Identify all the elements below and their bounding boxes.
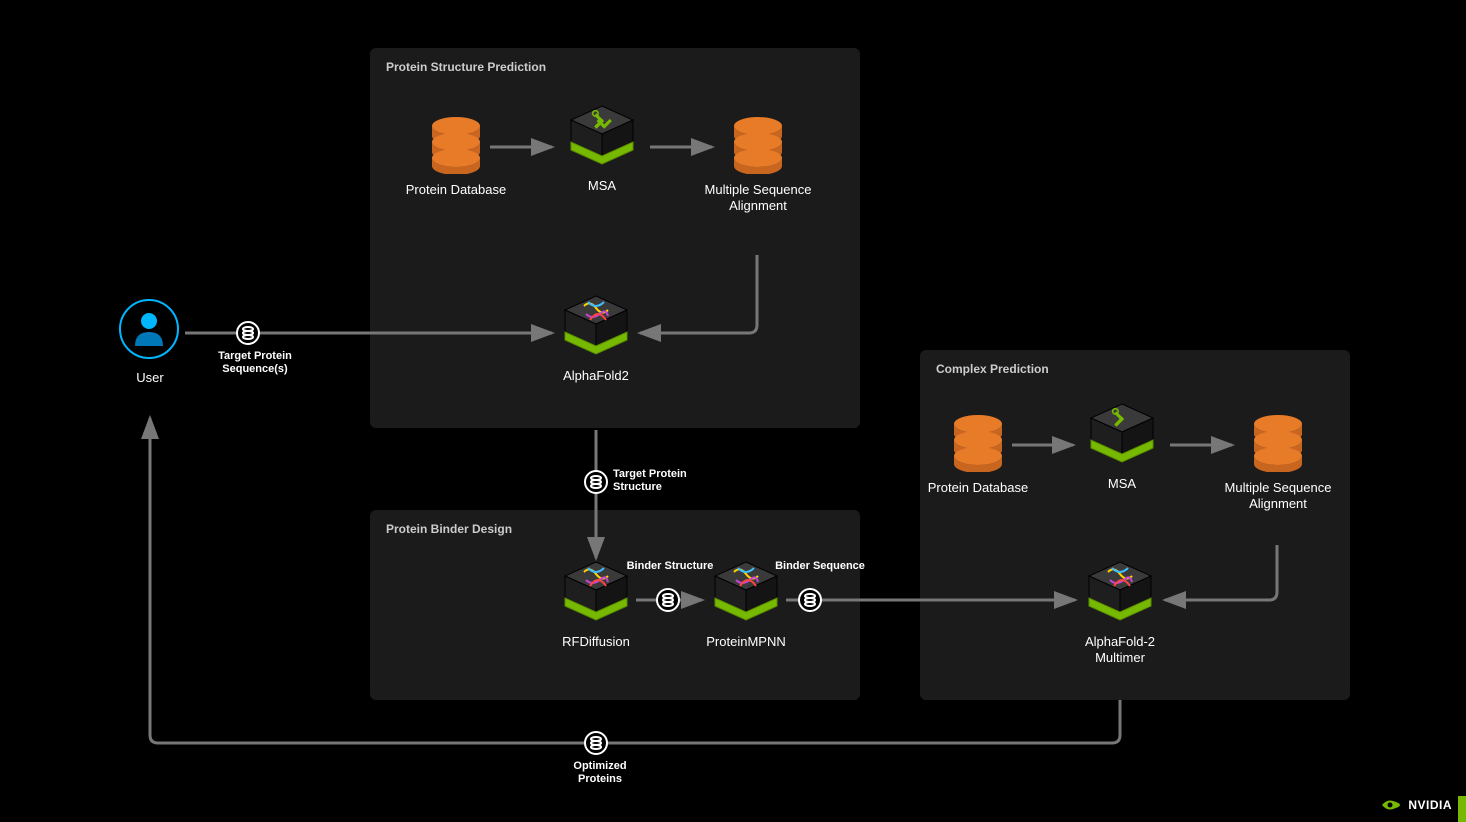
- node-msa-database-2: Multiple Sequence Alignment: [1218, 408, 1338, 513]
- edge-label-target-struct: Target Protein Structure: [613, 468, 703, 494]
- node-label: MSA: [542, 178, 662, 194]
- node-label: Protein Database: [918, 480, 1038, 496]
- node-protein-database-2: Protein Database: [918, 408, 1038, 496]
- node-msa-1: MSA: [542, 106, 662, 194]
- database-icon: [429, 116, 483, 174]
- node-proteinmpnn: ProteinMPNN: [686, 562, 806, 650]
- nvidia-text: NVIDIA: [1408, 798, 1452, 812]
- tools-cube-icon: [567, 104, 637, 170]
- protein-cube-icon: [1085, 560, 1155, 626]
- node-msa-2: MSA: [1062, 404, 1182, 492]
- edge-label-optimized: Optimized Proteins: [560, 760, 640, 786]
- protein-cube-icon: [561, 560, 631, 626]
- node-label: Multiple Sequence Alignment: [698, 182, 818, 215]
- protein-cube-icon: [561, 294, 631, 360]
- database-icon: [951, 414, 1005, 472]
- node-label: AlphaFold-2 Multimer: [1060, 634, 1180, 667]
- nvidia-logo: NVIDIA: [1380, 798, 1452, 812]
- database-icon: [1251, 414, 1305, 472]
- database-icon: [731, 116, 785, 174]
- nvidia-eye-icon: [1380, 798, 1402, 812]
- node-user-label: User: [110, 370, 190, 385]
- node-label: MSA: [1062, 476, 1182, 492]
- green-accent-tab: [1458, 796, 1466, 822]
- node-label: Multiple Sequence Alignment: [1218, 480, 1338, 513]
- node-alphafold2-multimer: AlphaFold-2 Multimer: [1060, 562, 1180, 667]
- user-icon: [118, 298, 180, 360]
- node-rfdiffusion: RFDiffusion: [536, 562, 656, 650]
- node-label: Protein Database: [396, 182, 516, 198]
- edge-label-target-seq: Target Protein Sequence(s): [210, 350, 300, 376]
- node-label: AlphaFold2: [536, 368, 656, 384]
- node-alphafold2: AlphaFold2: [536, 296, 656, 384]
- token-optimized: [585, 732, 607, 754]
- protein-cube-icon: [711, 560, 781, 626]
- token-target-seq: [237, 322, 259, 344]
- token-target-struct: [585, 471, 607, 493]
- node-protein-database-1: Protein Database: [396, 110, 516, 198]
- node-msa-database-1: Multiple Sequence Alignment: [698, 110, 818, 215]
- tools-cube-icon: [1087, 402, 1157, 468]
- node-label: ProteinMPNN: [686, 634, 806, 650]
- token-binder-struct: [657, 589, 679, 611]
- node-label: RFDiffusion: [536, 634, 656, 650]
